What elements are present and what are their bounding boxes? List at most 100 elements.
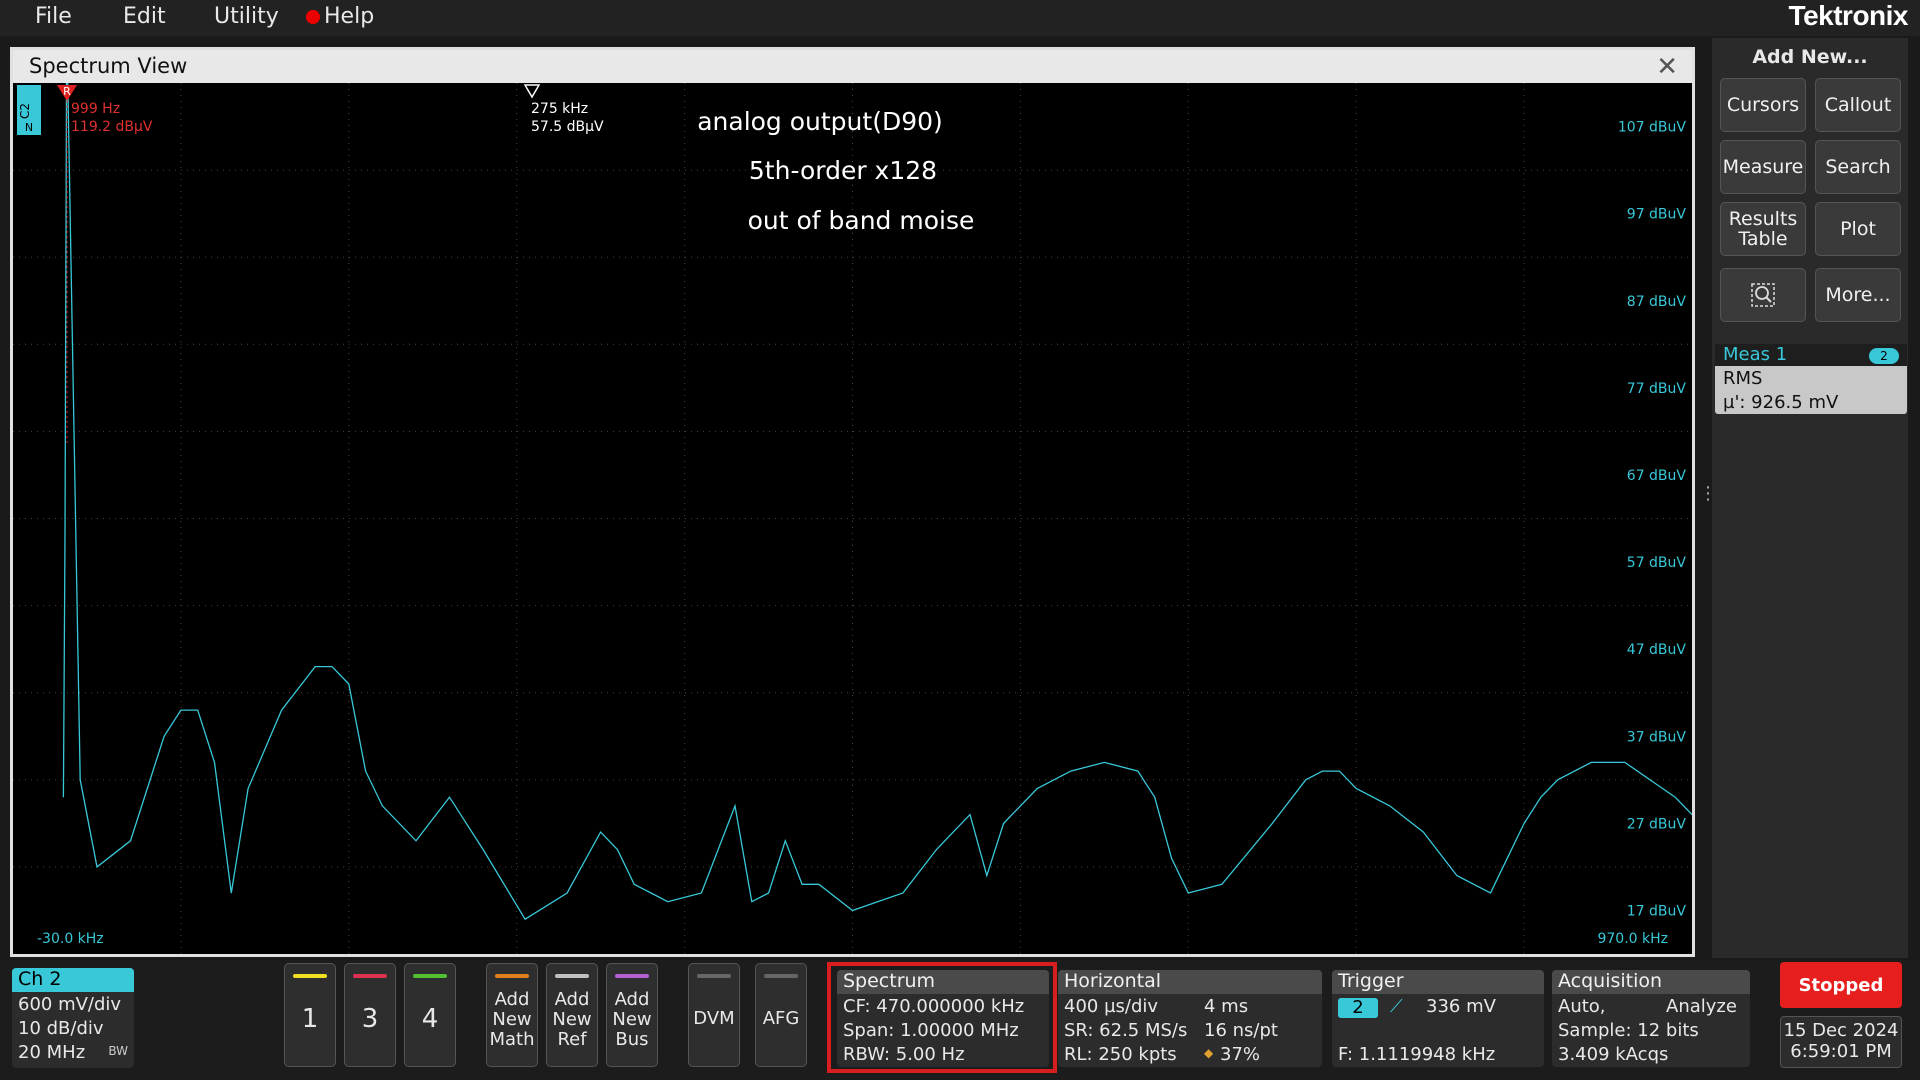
- ref-color-bar: [555, 974, 589, 978]
- horizontal-resolution: 16 ns/pt: [1204, 1020, 1278, 1041]
- channel-2-bandwidth: 20 MHz: [18, 1042, 86, 1063]
- trigger-badge[interactable]: Trigger 2 ⟋ 336 mV F: 1.1119948 kHz: [1332, 970, 1544, 1067]
- add-new-math-label: Add New Math: [489, 989, 535, 1050]
- menu-bar: File Edit Utility Help Tektronix: [0, 0, 1920, 36]
- x-end-label: 970.0 kHz: [1597, 931, 1668, 947]
- y-axis-label: 67 dBuV: [1627, 468, 1687, 484]
- trigger-frequency: F: 1.1119948 kHz: [1338, 1044, 1496, 1065]
- measurement-badge-header: Meas 1 2: [1715, 344, 1907, 366]
- spectrum-plot-area[interactable]: 107 dBuV 97 dBuV 87 dBuV 77 dBuV 67 dBuV 57 d…: [13, 20, 1693, 954]
- afg-label: AFG: [762, 1008, 800, 1029]
- y-axis-label: 17 dBuV: [1627, 903, 1687, 919]
- plot-button[interactable]: Plot: [1815, 202, 1901, 256]
- add-new-bus-button[interactable]: Add New Bus: [606, 963, 658, 1067]
- channel-1-label: 1: [301, 1004, 319, 1034]
- cursors-button[interactable]: Cursors: [1720, 78, 1806, 132]
- menu-help-label: Help: [324, 4, 375, 29]
- rising-edge-icon: ⟋: [1390, 996, 1403, 1017]
- y-axis-label: 47 dBuV: [1627, 642, 1687, 658]
- spectrum-view-title: Spectrum View: [29, 54, 188, 78]
- afg-button[interactable]: AFG: [755, 963, 807, 1067]
- dvm-label: DVM: [693, 1008, 735, 1029]
- horizontal-sample-rate: SR: 62.5 MS/s: [1064, 1020, 1188, 1041]
- results-table-button[interactable]: Results Table: [1720, 202, 1806, 256]
- acquisition-count: 3.409 kAcqs: [1558, 1044, 1669, 1065]
- annotation-line-3[interactable]: out of band moise: [748, 206, 975, 235]
- channel-4-button[interactable]: 4: [404, 963, 456, 1067]
- horizontal-record-length: RL: 250 kpts: [1064, 1044, 1177, 1065]
- close-icon[interactable]: ✕: [1656, 52, 1678, 82]
- acquisition-badge-title: Acquisition: [1552, 970, 1750, 994]
- measurement-name: RMS: [1723, 368, 1763, 389]
- trigger-source-badge: 2: [1338, 998, 1378, 1018]
- search-button[interactable]: Search: [1815, 140, 1901, 194]
- trigger-level: 336 mV: [1426, 996, 1496, 1017]
- measurement-title: Meas 1: [1723, 344, 1788, 365]
- results-table-label-1: Results: [1728, 208, 1798, 230]
- channel-4-color-bar: [413, 974, 447, 978]
- menu-edit[interactable]: Edit: [123, 4, 166, 29]
- add-new-ref-button[interactable]: Add New Ref: [546, 963, 598, 1067]
- peak-marker-icon[interactable]: [523, 84, 541, 99]
- measurement-badge[interactable]: Meas 1 2 RMS µ': 926.5 mV: [1715, 344, 1907, 414]
- acquisition-badge[interactable]: Acquisition Auto, Analyze Sample: 12 bit…: [1552, 970, 1750, 1067]
- y-axis-label: 97 dBuV: [1627, 207, 1687, 223]
- measurement-value: µ': 926.5 mV: [1723, 392, 1839, 413]
- ref-marker-freq: 999 Hz: [71, 101, 120, 117]
- help-indicator-icon: [306, 10, 320, 24]
- trigger-position-icon: ◆: [1204, 1046, 1214, 1060]
- trigger-badge-title: Trigger: [1332, 970, 1544, 994]
- horizontal-badge[interactable]: Horizontal 400 µs/div 4 ms SR: 62.5 MS/s…: [1058, 970, 1322, 1067]
- channel-1-color-bar: [293, 974, 327, 978]
- menu-help[interactable]: Help: [306, 4, 374, 29]
- measure-button[interactable]: Measure: [1720, 140, 1806, 194]
- zoom-button[interactable]: [1720, 268, 1806, 322]
- add-new-ref-label: Add New Ref: [552, 989, 592, 1050]
- y-axis-label: 57 dBuV: [1627, 555, 1687, 571]
- results-table-label-2: Table: [1738, 228, 1788, 250]
- channel-1-button[interactable]: 1: [284, 963, 336, 1067]
- math-color-bar: [495, 974, 529, 978]
- annotation-line-2[interactable]: 5th-order x128: [749, 156, 937, 185]
- spectrum-trace-chart: 107 dBuV 97 dBuV 87 dBuV 77 dBuV 67 dBuV 57 d…: [13, 20, 1693, 954]
- channel-2-badge[interactable]: Ch 2 600 mV/div 10 dB/div 20 MHz BW: [12, 968, 134, 1068]
- channel-4-label: 4: [421, 1004, 439, 1034]
- spectrum-view-header: Spectrum View ✕: [13, 50, 1692, 83]
- channel-3-button[interactable]: 3: [344, 963, 396, 1067]
- acquisition-analyze: Analyze: [1666, 996, 1737, 1017]
- time-label: 6:59:01 PM: [1790, 1041, 1892, 1062]
- callout-button[interactable]: Callout: [1815, 78, 1901, 132]
- more-button[interactable]: More...: [1815, 268, 1901, 322]
- spectrum-view-panel: Spectrum View ✕ 107 dBuV 97 dBuV 87 dBuV 77…: [10, 20, 1695, 957]
- dvm-bar: [697, 974, 731, 978]
- date-time-display[interactable]: 15 Dec 2024 6:59:01 PM: [1780, 1016, 1902, 1068]
- menu-utility[interactable]: Utility: [214, 4, 279, 29]
- menu-file[interactable]: File: [35, 4, 72, 29]
- bus-color-bar: [615, 974, 649, 978]
- afg-bar: [764, 974, 798, 978]
- add-new-bus-label: Add New Bus: [612, 989, 652, 1050]
- add-new-math-button[interactable]: Add New Math: [486, 963, 538, 1067]
- channel-2-spectrum-scale: 10 dB/div: [18, 1018, 104, 1039]
- channel-2-scale: 600 mV/div: [18, 994, 122, 1015]
- bandwidth-limit-icon: BW: [108, 1044, 128, 1058]
- y-axis-label: 27 dBuV: [1627, 816, 1687, 832]
- channel-tag-sub: N: [25, 121, 33, 134]
- measurement-source-badge: 2: [1869, 348, 1899, 364]
- sidebar-resize-handle[interactable]: ⋮: [1699, 485, 1717, 516]
- run-stop-button[interactable]: Stopped: [1780, 962, 1902, 1008]
- add-new-sidebar: Add New... Cursors Callout Measure Searc…: [1712, 38, 1908, 958]
- annotation-line-1[interactable]: analog output(D90): [697, 107, 943, 136]
- channel-2-label: Ch 2: [12, 968, 134, 992]
- y-axis-label: 37 dBuV: [1627, 729, 1687, 745]
- y-axis-label: 87 dBuV: [1627, 294, 1687, 310]
- peak-marker-freq: 275 kHz: [531, 101, 588, 117]
- ref-marker-level: 119.2 dBµV: [71, 119, 153, 135]
- y-axis-label: 107 dBuV: [1618, 120, 1687, 136]
- peak-marker-level: 57.5 dBµV: [531, 119, 604, 135]
- acquisition-sample: Sample: 12 bits: [1558, 1020, 1699, 1041]
- brand-logo: Tektronix: [1788, 0, 1909, 31]
- x-start-label: -30.0 kHz: [37, 931, 104, 947]
- dvm-button[interactable]: DVM: [688, 963, 740, 1067]
- y-axis-label: 77 dBuV: [1627, 381, 1687, 397]
